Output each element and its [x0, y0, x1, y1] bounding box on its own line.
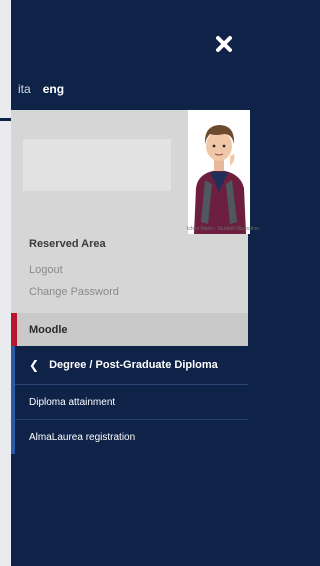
student-avatar — [188, 110, 250, 234]
change-password-link[interactable]: Change Password — [29, 286, 119, 298]
reserved-area-title: Reserved Area — [29, 238, 106, 250]
user-name-box — [23, 139, 171, 191]
submenu-item-diploma-attainment[interactable]: Diploma attainment — [15, 384, 248, 419]
lang-ita[interactable]: ita — [18, 82, 31, 96]
language-switcher: ita eng — [18, 82, 64, 96]
moodle-menu-item[interactable]: Moodle — [11, 313, 248, 346]
avatar-caption: Ichiro Mario - Student Illustration — [187, 226, 259, 232]
logout-link[interactable]: Logout — [29, 264, 63, 276]
lang-eng[interactable]: eng — [43, 82, 64, 96]
close-icon[interactable] — [214, 34, 234, 54]
submenu-header-label: Degree / Post-Graduate Diploma — [49, 359, 218, 371]
submenu-back-button[interactable]: ❮ Degree / Post-Graduate Diploma — [15, 346, 248, 384]
chevron-left-icon: ❮ — [29, 358, 40, 372]
page-behind-strip — [0, 0, 11, 566]
page-behind-mark — [0, 118, 11, 121]
degree-submenu: ❮ Degree / Post-Graduate Diploma Diploma… — [11, 346, 248, 454]
submenu-item-almalaurea-registration[interactable]: AlmaLaurea registration — [15, 419, 248, 454]
user-area: Ichiro Mario - Student Illustration Rese… — [11, 110, 259, 342]
